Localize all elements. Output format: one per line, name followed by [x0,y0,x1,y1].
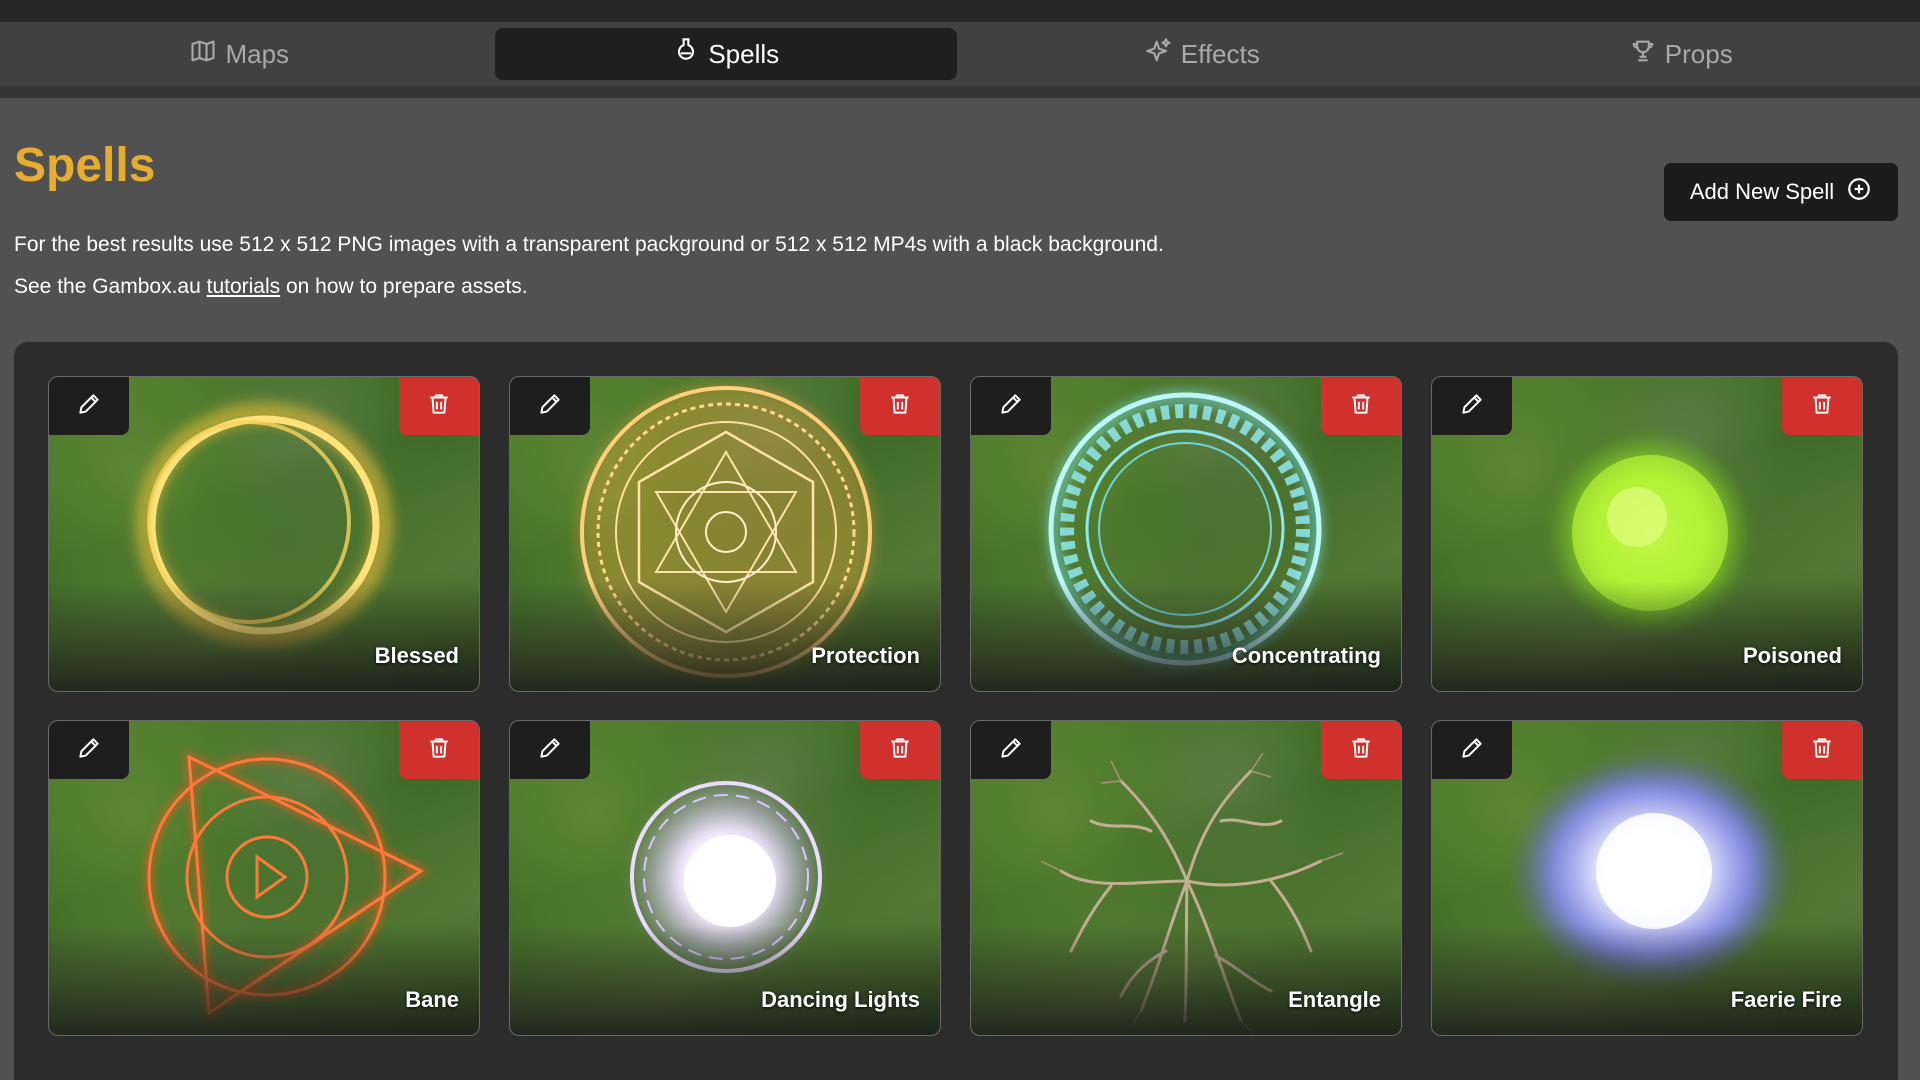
pencil-icon [537,735,563,766]
spell-name: Concentrating [1231,643,1381,668]
spell-name: Blessed [374,643,459,668]
spell-name: Bane [405,987,459,1012]
trash-icon [426,735,452,766]
page-title: Spells [14,139,156,192]
tab-props[interactable]: Props [1450,28,1913,80]
trash-icon [1348,735,1374,766]
delete-spell-button[interactable] [860,721,940,779]
delete-spell-button[interactable] [399,377,479,435]
spell-name: Dancing Lights [761,987,920,1012]
spell-card[interactable]: Entangle [970,720,1402,1036]
spell-card[interactable]: Protection [509,376,941,692]
delete-spell-button[interactable] [1321,377,1401,435]
description-line-2: See the Gambox.au tutorials on how to pr… [14,275,528,299]
edit-spell-button[interactable] [510,721,590,779]
edit-spell-button[interactable] [971,721,1051,779]
description-suffix: on how to prepare assets. [280,275,528,298]
trash-icon [887,391,913,422]
tab-spells-label: Spells [708,38,780,69]
spell-name: Entangle [1288,987,1381,1012]
delete-spell-button[interactable] [1782,721,1862,779]
pencil-icon [537,391,563,422]
tab-bar: Maps Spells Effects Props [0,22,1920,86]
pencil-icon [1459,391,1485,422]
tab-effects[interactable]: Effects [971,28,1434,80]
spell-name: Poisoned [1742,643,1842,668]
edit-spell-button[interactable] [510,377,590,435]
map-icon [189,37,217,72]
tab-props-label: Props [1664,38,1733,69]
edit-spell-button[interactable] [49,721,129,779]
flask-icon [672,37,700,72]
edit-spell-button[interactable] [1432,721,1512,779]
delete-spell-button[interactable] [1321,721,1401,779]
spell-card[interactable]: Dancing Lights [509,720,941,1036]
tab-maps[interactable]: Maps [8,28,471,80]
trash-icon [426,391,452,422]
add-new-spell-button[interactable]: Add New Spell [1664,163,1898,221]
pencil-icon [998,735,1024,766]
delete-spell-button[interactable] [860,377,940,435]
spell-name: Protection [811,643,920,668]
tab-effects-label: Effects [1180,38,1260,69]
trash-icon [1809,391,1835,422]
trash-icon [887,735,913,766]
tutorials-link[interactable]: tutorials [207,275,281,298]
tab-bar-divider [0,86,1920,98]
spell-card[interactable]: Faerie Fire [1431,720,1863,1036]
add-new-spell-label: Add New Spell [1689,179,1835,204]
trash-icon [1348,391,1374,422]
spell-grid: Blessed Protection Concentrating Poisone… [48,376,1864,1036]
spell-card[interactable]: Concentrating [970,376,1402,692]
tab-maps-label: Maps [225,38,290,69]
spell-name: Faerie Fire [1730,987,1842,1012]
plus-circle-icon [1846,176,1872,208]
pencil-icon [1459,735,1485,766]
pencil-icon [998,391,1024,422]
delete-spell-button[interactable] [1782,377,1862,435]
spell-card[interactable]: Poisoned [1431,376,1863,692]
description-line-1: For the best results use 512 x 512 PNG i… [14,233,1164,256]
delete-spell-button[interactable] [399,721,479,779]
pencil-icon [76,391,102,422]
spell-card[interactable]: Blessed [48,376,480,692]
edit-spell-button[interactable] [971,377,1051,435]
edit-spell-button[interactable] [1432,377,1512,435]
pencil-icon [76,735,102,766]
trophy-icon [1629,37,1657,72]
tab-spells[interactable]: Spells [494,28,957,80]
description-prefix: See the Gambox.au [14,275,207,298]
trash-icon [1809,735,1835,766]
spell-card[interactable]: Bane [48,720,480,1036]
edit-spell-button[interactable] [49,377,129,435]
sparkles-icon [1145,37,1173,72]
top-strip [0,0,1920,22]
